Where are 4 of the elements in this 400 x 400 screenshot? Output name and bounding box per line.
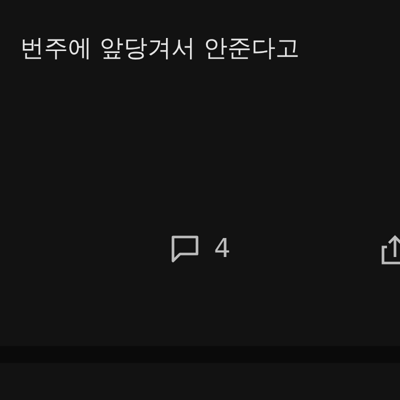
comment-button[interactable]: 4: [170, 234, 231, 264]
post-text: 번주에 앞당겨서 안준다고: [19, 33, 300, 64]
share-icon[interactable]: [381, 233, 400, 265]
comment-icon: [170, 234, 200, 264]
